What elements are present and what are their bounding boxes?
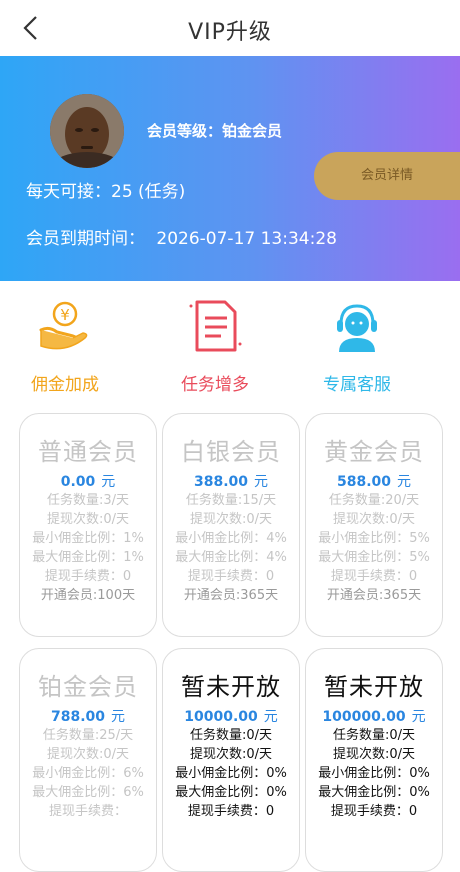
card-row: 提现次数:0/天 xyxy=(189,512,273,527)
feature-label-tasks: 任务增多 xyxy=(181,375,249,395)
vip-card-gold[interactable]: 黄金会员 588.00 元 任务数量:20/天 提现次数:0/天 最小佣金比例：5… xyxy=(305,413,443,637)
expire-time: 会员到期时间： 2026-07-17 13:34:28 xyxy=(26,224,337,249)
money-hand-icon: ¥ xyxy=(39,301,88,350)
card-row: 开通会员:100天 xyxy=(40,588,136,603)
card-row: 任务数量:0/天 xyxy=(332,728,416,743)
member-banner: 会员等级：铂金会员 每天可接：25 (任务) 会员到期时间： 2026-07-1… xyxy=(0,56,460,281)
card-name: 暂未开放 xyxy=(324,673,424,701)
card-row: 提现手续费：0 xyxy=(330,569,418,584)
expire-label: 会员到期时间： xyxy=(26,229,145,249)
svg-text:¥: ¥ xyxy=(60,306,70,324)
card-row: 最大佣金比例：0% xyxy=(175,785,287,800)
card-price: 788.00 元 xyxy=(50,709,126,725)
vip-card-unavailable-1[interactable]: 暂未开放 10000.00 元 任务数量:0/天 提现次数:0/天 最小佣金比例：… xyxy=(162,648,300,872)
card-price: 388.00 元 xyxy=(193,474,269,490)
feature-commission[interactable]: ¥ 佣金加成 xyxy=(0,296,130,395)
card-price: 588.00 元 xyxy=(336,474,412,490)
card-row: 提现次数:0/天 xyxy=(332,512,416,527)
card-row: 最小佣金比例：0% xyxy=(175,766,287,781)
card-row: 最大佣金比例：1% xyxy=(32,550,144,565)
card-row: 开通会员:365天 xyxy=(326,588,422,603)
card-row: 最大佣金比例：4% xyxy=(175,550,287,565)
card-row: 任务数量:15/天 xyxy=(185,493,277,508)
vip-card-silver[interactable]: 白银会员 388.00 元 任务数量:15/天 提现次数:0/天 最小佣金比例：4… xyxy=(162,413,300,637)
card-name: 白银会员 xyxy=(181,438,281,466)
card-row: 任务数量:20/天 xyxy=(328,493,420,508)
page-title: VIP升级 xyxy=(188,20,272,45)
avatar xyxy=(50,94,124,168)
card-row: 最大佣金比例：5% xyxy=(318,550,430,565)
task-document-icon xyxy=(189,300,242,352)
card-name: 暂未开放 xyxy=(181,673,281,701)
card-row: 提现手续费：0 xyxy=(187,569,275,584)
features-row: ¥ 佣金加成 任务增多 专属客服 xyxy=(0,296,460,396)
header-bar: VIP升级 xyxy=(0,0,460,56)
card-row: 开通会员:365天 xyxy=(183,588,279,603)
daily-tasks: 每天可接：25 (任务) xyxy=(26,182,186,202)
card-row: 提现手续费：0 xyxy=(330,804,418,819)
card-row: 任务数量:25/天 xyxy=(42,728,134,743)
card-row: 最小佣金比例：0% xyxy=(318,766,430,781)
card-row: 提现次数:0/天 xyxy=(46,747,130,762)
card-name: 黄金会员 xyxy=(324,438,424,466)
card-row: 提现次数:0/天 xyxy=(46,512,130,527)
vip-card-platinum[interactable]: 铂金会员 788.00 元 任务数量:25/天 提现次数:0/天 最小佣金比例：6… xyxy=(19,648,157,872)
customer-service-icon xyxy=(337,304,377,352)
card-row: 任务数量:0/天 xyxy=(189,728,273,743)
card-row: 最小佣金比例：4% xyxy=(175,531,287,546)
feature-label-service: 专属客服 xyxy=(323,375,391,395)
card-price: 100000.00 元 xyxy=(322,709,426,725)
member-level: 会员等级：铂金会员 xyxy=(147,122,283,140)
card-row: 最大佣金比例：6% xyxy=(32,785,144,800)
card-row: 提现次数:0/天 xyxy=(332,747,416,762)
card-row: 提现手续费： xyxy=(48,804,127,819)
card-row: 任务数量:3/天 xyxy=(46,493,130,508)
card-row: 提现手续费：0 xyxy=(187,804,275,819)
card-row: 提现次数:0/天 xyxy=(189,747,273,762)
card-name: 普通会员 xyxy=(38,438,138,466)
card-price: 10000.00 元 xyxy=(184,709,278,725)
feature-service[interactable]: 专属客服 xyxy=(292,296,422,395)
card-row: 提现手续费：0 xyxy=(44,569,132,584)
card-row: 最小佣金比例：6% xyxy=(32,766,144,781)
card-row: 最大佣金比例：0% xyxy=(318,785,430,800)
vip-card-unavailable-2[interactable]: 暂未开放 100000.00 元 任务数量:0/天 提现次数:0/天 最小佣金比例… xyxy=(305,648,443,872)
feature-label-commission: 佣金加成 xyxy=(31,375,99,395)
vip-card-regular[interactable]: 普通会员 0.00 元 任务数量:3/天 提现次数:0/天 最小佣金比例：1% 最… xyxy=(19,413,157,637)
card-row: 最小佣金比例：5% xyxy=(318,531,430,546)
card-price: 0.00 元 xyxy=(60,474,116,490)
member-detail-button[interactable]: 会员详情 xyxy=(314,152,460,200)
expire-value: 2026-07-17 13:34:28 xyxy=(156,229,337,249)
feature-tasks[interactable]: 任务增多 xyxy=(150,296,280,395)
card-row: 最小佣金比例：1% xyxy=(32,531,144,546)
card-name: 铂金会员 xyxy=(38,673,138,701)
